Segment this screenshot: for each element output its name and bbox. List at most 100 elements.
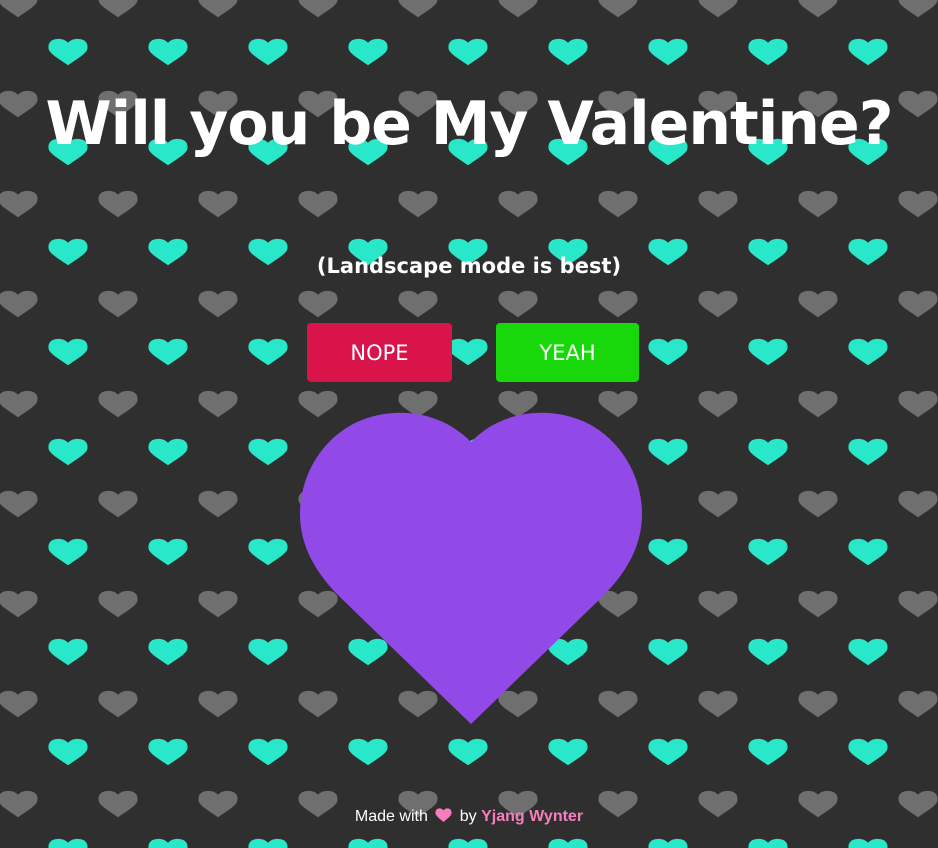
pattern-heart-icon — [0, 190, 38, 218]
pattern-heart-icon — [798, 0, 838, 18]
pattern-heart-icon — [698, 590, 738, 618]
pattern-heart-icon — [498, 290, 538, 318]
pattern-heart-icon — [748, 638, 788, 666]
pattern-heart-icon — [148, 338, 188, 366]
pattern-heart-icon — [798, 190, 838, 218]
pattern-heart-icon — [148, 738, 188, 766]
pattern-heart-icon — [498, 190, 538, 218]
pattern-heart-icon — [898, 490, 938, 518]
pattern-heart-icon — [748, 338, 788, 366]
pattern-heart-icon — [848, 38, 888, 66]
pattern-heart-icon — [348, 838, 388, 848]
pattern-heart-icon — [548, 738, 588, 766]
pattern-heart-icon — [198, 490, 238, 518]
pattern-heart-icon — [398, 0, 438, 18]
pattern-heart-icon — [848, 838, 888, 848]
footer: Made with by Yjang Wynter — [0, 807, 938, 827]
pattern-heart-icon — [198, 690, 238, 718]
yeah-button[interactable]: YEAH — [496, 323, 639, 382]
pattern-heart-icon — [648, 338, 688, 366]
pattern-heart-icon — [448, 738, 488, 766]
pattern-heart-icon — [698, 690, 738, 718]
pattern-heart-icon — [198, 390, 238, 418]
pattern-heart-icon — [848, 638, 888, 666]
pattern-heart-icon — [248, 638, 288, 666]
pattern-heart-icon — [248, 438, 288, 466]
pattern-heart-icon — [148, 438, 188, 466]
pattern-heart-icon — [248, 338, 288, 366]
pattern-heart-icon — [898, 590, 938, 618]
pattern-heart-icon — [48, 738, 88, 766]
pattern-heart-icon — [0, 390, 38, 418]
pattern-heart-icon — [248, 738, 288, 766]
pattern-heart-icon — [448, 838, 488, 848]
pattern-heart-icon — [148, 38, 188, 66]
big-heart-icon — [300, 412, 642, 724]
pattern-heart-icon — [648, 638, 688, 666]
pattern-heart-icon — [848, 338, 888, 366]
pattern-heart-icon — [898, 290, 938, 318]
pattern-heart-icon — [648, 738, 688, 766]
pattern-heart-icon — [298, 290, 338, 318]
pattern-heart-icon — [198, 0, 238, 18]
pattern-heart-icon — [848, 738, 888, 766]
pattern-heart-icon — [348, 38, 388, 66]
pattern-heart-icon — [98, 590, 138, 618]
pattern-heart-icon — [848, 438, 888, 466]
pattern-heart-icon — [0, 290, 38, 318]
pattern-heart-icon — [748, 738, 788, 766]
pattern-heart-icon — [798, 690, 838, 718]
pattern-heart-icon — [0, 690, 38, 718]
pattern-heart-icon — [548, 838, 588, 848]
pattern-heart-icon — [698, 0, 738, 18]
pattern-heart-icon — [198, 190, 238, 218]
footer-made-with: Made with — [354, 808, 428, 825]
pattern-heart-icon — [148, 638, 188, 666]
pattern-heart-icon — [848, 538, 888, 566]
pattern-heart-icon — [248, 38, 288, 66]
pattern-heart-icon — [198, 290, 238, 318]
heart-icon — [435, 808, 452, 822]
pattern-heart-icon — [48, 838, 88, 848]
pattern-heart-icon — [248, 838, 288, 848]
pattern-heart-icon — [148, 838, 188, 848]
pattern-heart-icon — [98, 390, 138, 418]
pattern-heart-icon — [198, 590, 238, 618]
nope-button[interactable]: NOPE — [307, 323, 452, 382]
pattern-heart-icon — [648, 38, 688, 66]
pattern-heart-icon — [98, 190, 138, 218]
pattern-heart-icon — [698, 490, 738, 518]
pattern-heart-icon — [898, 0, 938, 18]
pattern-heart-icon — [448, 38, 488, 66]
pattern-heart-icon — [448, 338, 488, 366]
pattern-heart-icon — [98, 690, 138, 718]
pattern-heart-icon — [798, 590, 838, 618]
pattern-heart-icon — [98, 490, 138, 518]
pattern-heart-icon — [48, 438, 88, 466]
pattern-heart-icon — [398, 190, 438, 218]
pattern-heart-icon — [698, 190, 738, 218]
page-subtitle: (Landscape mode is best) — [316, 254, 622, 278]
pattern-heart-icon — [748, 38, 788, 66]
pattern-heart-icon — [648, 538, 688, 566]
pattern-heart-icon — [98, 0, 138, 18]
pattern-heart-icon — [798, 490, 838, 518]
pattern-heart-icon — [648, 838, 688, 848]
pattern-heart-icon — [48, 338, 88, 366]
pattern-heart-icon — [148, 538, 188, 566]
pattern-heart-icon — [48, 638, 88, 666]
pattern-heart-icon — [748, 538, 788, 566]
pattern-heart-icon — [498, 0, 538, 18]
pattern-heart-icon — [0, 490, 38, 518]
pattern-heart-icon — [598, 0, 638, 18]
pattern-heart-icon — [698, 390, 738, 418]
pattern-heart-icon — [0, 590, 38, 618]
pattern-heart-icon — [98, 290, 138, 318]
author-link[interactable]: Yjang Wynter — [481, 808, 583, 825]
pattern-heart-icon — [748, 438, 788, 466]
pattern-heart-icon — [0, 0, 38, 18]
pattern-heart-icon — [898, 690, 938, 718]
pattern-heart-icon — [748, 838, 788, 848]
pattern-heart-icon — [398, 290, 438, 318]
pattern-heart-icon — [548, 38, 588, 66]
